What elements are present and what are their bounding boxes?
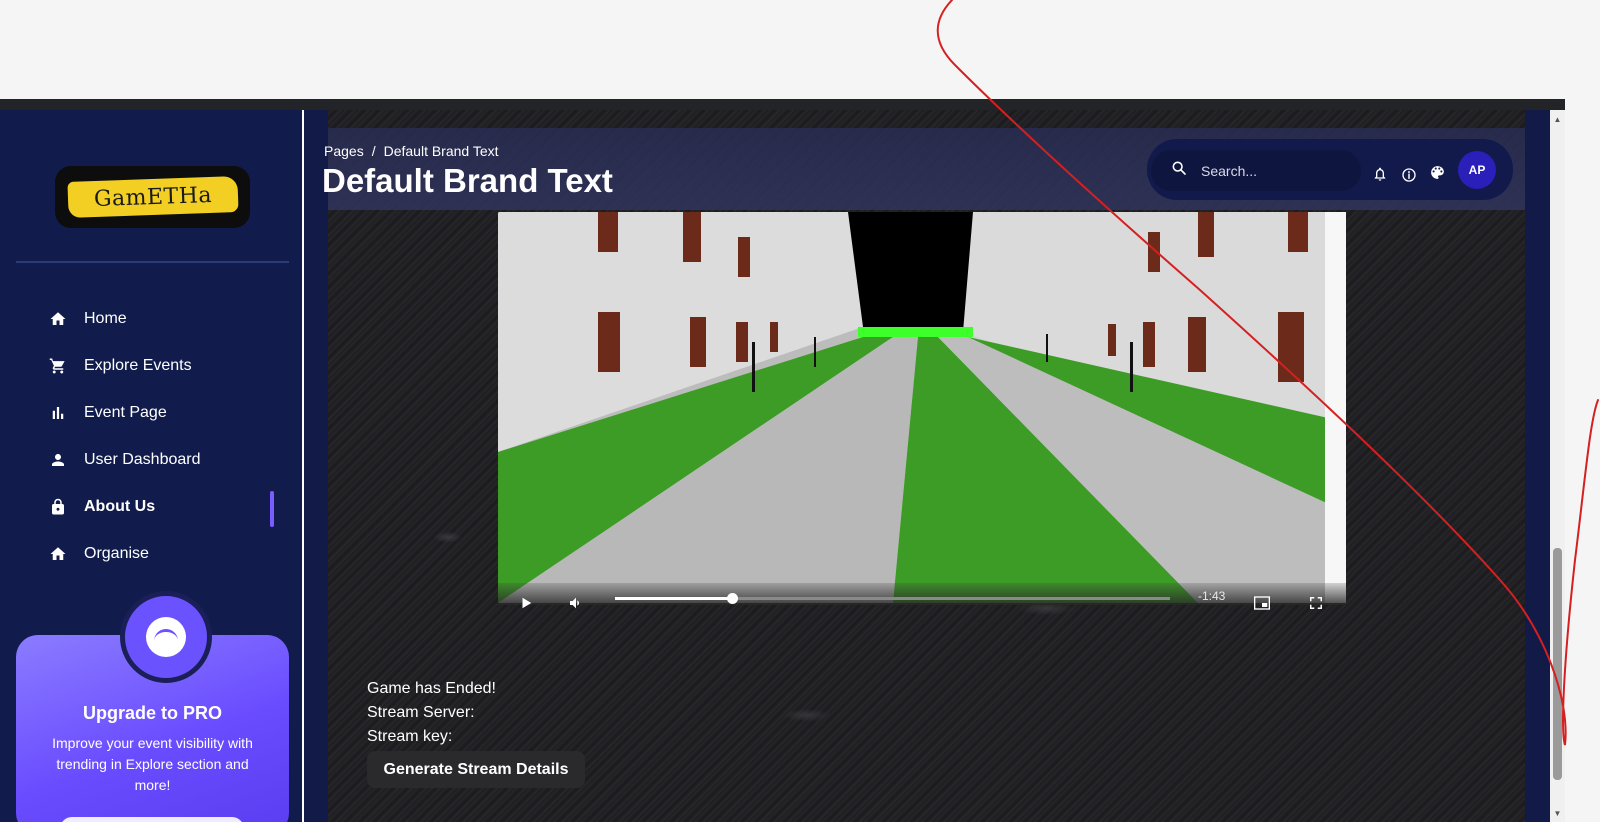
sidebar-item-user-dashboard[interactable]: User Dashboard xyxy=(0,436,304,483)
bar-chart-icon xyxy=(48,403,68,423)
stream-key-label: Stream key: xyxy=(367,728,453,745)
stream-video-player[interactable] xyxy=(498,212,1346,603)
promo-logo-icon xyxy=(120,591,212,683)
sidebar-item-explore-events[interactable]: Explore Events xyxy=(0,342,304,389)
promo-title: Upgrade to PRO xyxy=(82,703,222,723)
game-scene-image xyxy=(498,212,1346,603)
volume-icon[interactable] xyxy=(568,595,584,611)
browser-side-toolbar xyxy=(1325,212,1346,603)
upgrade-promo-card: Upgrade to PRO Improve your event visibi… xyxy=(16,591,289,822)
game-status-text: Game has Ended! xyxy=(367,680,496,697)
brand-logo[interactable]: GamETHa xyxy=(55,166,250,228)
home-icon xyxy=(48,309,68,329)
breadcrumb-root[interactable]: Pages xyxy=(324,143,364,159)
fullscreen-icon[interactable] xyxy=(1308,595,1324,611)
sidebar-item-home[interactable]: Home xyxy=(0,295,304,342)
picture-in-picture-icon[interactable] xyxy=(1254,595,1270,611)
user-icon xyxy=(48,450,68,470)
sidebar-item-label: Home xyxy=(84,309,127,327)
breadcrumb: Pages / Default Brand Text xyxy=(324,143,499,159)
sidebar-item-label: Organise xyxy=(84,544,149,562)
sidebar: GamETHa Home Explore Events Event Page U… xyxy=(0,110,304,822)
sidebar-item-organise[interactable]: Organise xyxy=(0,530,304,577)
lock-icon xyxy=(48,497,68,517)
palette-icon[interactable] xyxy=(1428,163,1446,181)
upgrade-button[interactable] xyxy=(60,817,244,822)
sidebar-item-about-us[interactable]: About Us xyxy=(0,483,304,530)
avatar[interactable]: AP xyxy=(1458,151,1496,189)
sidebar-item-label: Event Page xyxy=(84,403,167,421)
sidebar-item-label: User Dashboard xyxy=(84,450,201,468)
active-indicator xyxy=(270,491,274,527)
home-icon xyxy=(48,544,68,564)
cart-icon xyxy=(48,356,68,376)
brand-logo-text: GamETHa xyxy=(66,176,239,218)
search-input[interactable] xyxy=(1199,161,1343,180)
browser-top-bar xyxy=(0,99,1565,110)
scrollbar-thumb[interactable] xyxy=(1553,548,1562,780)
generate-stream-details-button[interactable]: Generate Stream Details xyxy=(367,751,585,788)
sidebar-divider xyxy=(16,261,289,263)
bell-icon[interactable] xyxy=(1371,165,1389,183)
search-field[interactable] xyxy=(1151,150,1361,191)
promo-text: Improve your event visibility with trend… xyxy=(52,735,253,793)
sidebar-item-label: Explore Events xyxy=(84,356,192,374)
stream-server-label: Stream Server: xyxy=(367,704,475,721)
breadcrumb-current: Default Brand Text xyxy=(383,143,499,159)
sidebar-item-event-page[interactable]: Event Page xyxy=(0,389,304,436)
play-icon[interactable] xyxy=(518,595,534,611)
breadcrumb-separator: / xyxy=(371,143,376,159)
video-time-remaining: -1:43 xyxy=(1198,589,1226,603)
search-icon xyxy=(1171,160,1187,181)
sidebar-nav: Home Explore Events Event Page User Dash… xyxy=(0,295,304,577)
sidebar-item-label: About Us xyxy=(84,497,156,515)
page-title: Default Brand Text xyxy=(322,162,613,199)
video-progress-fill xyxy=(615,597,732,600)
video-progress-handle[interactable] xyxy=(726,593,738,604)
scroll-up-arrow-icon[interactable]: ▲ xyxy=(1550,112,1565,126)
info-icon[interactable] xyxy=(1400,166,1418,184)
scroll-down-arrow-icon[interactable]: ▼ xyxy=(1550,806,1565,820)
